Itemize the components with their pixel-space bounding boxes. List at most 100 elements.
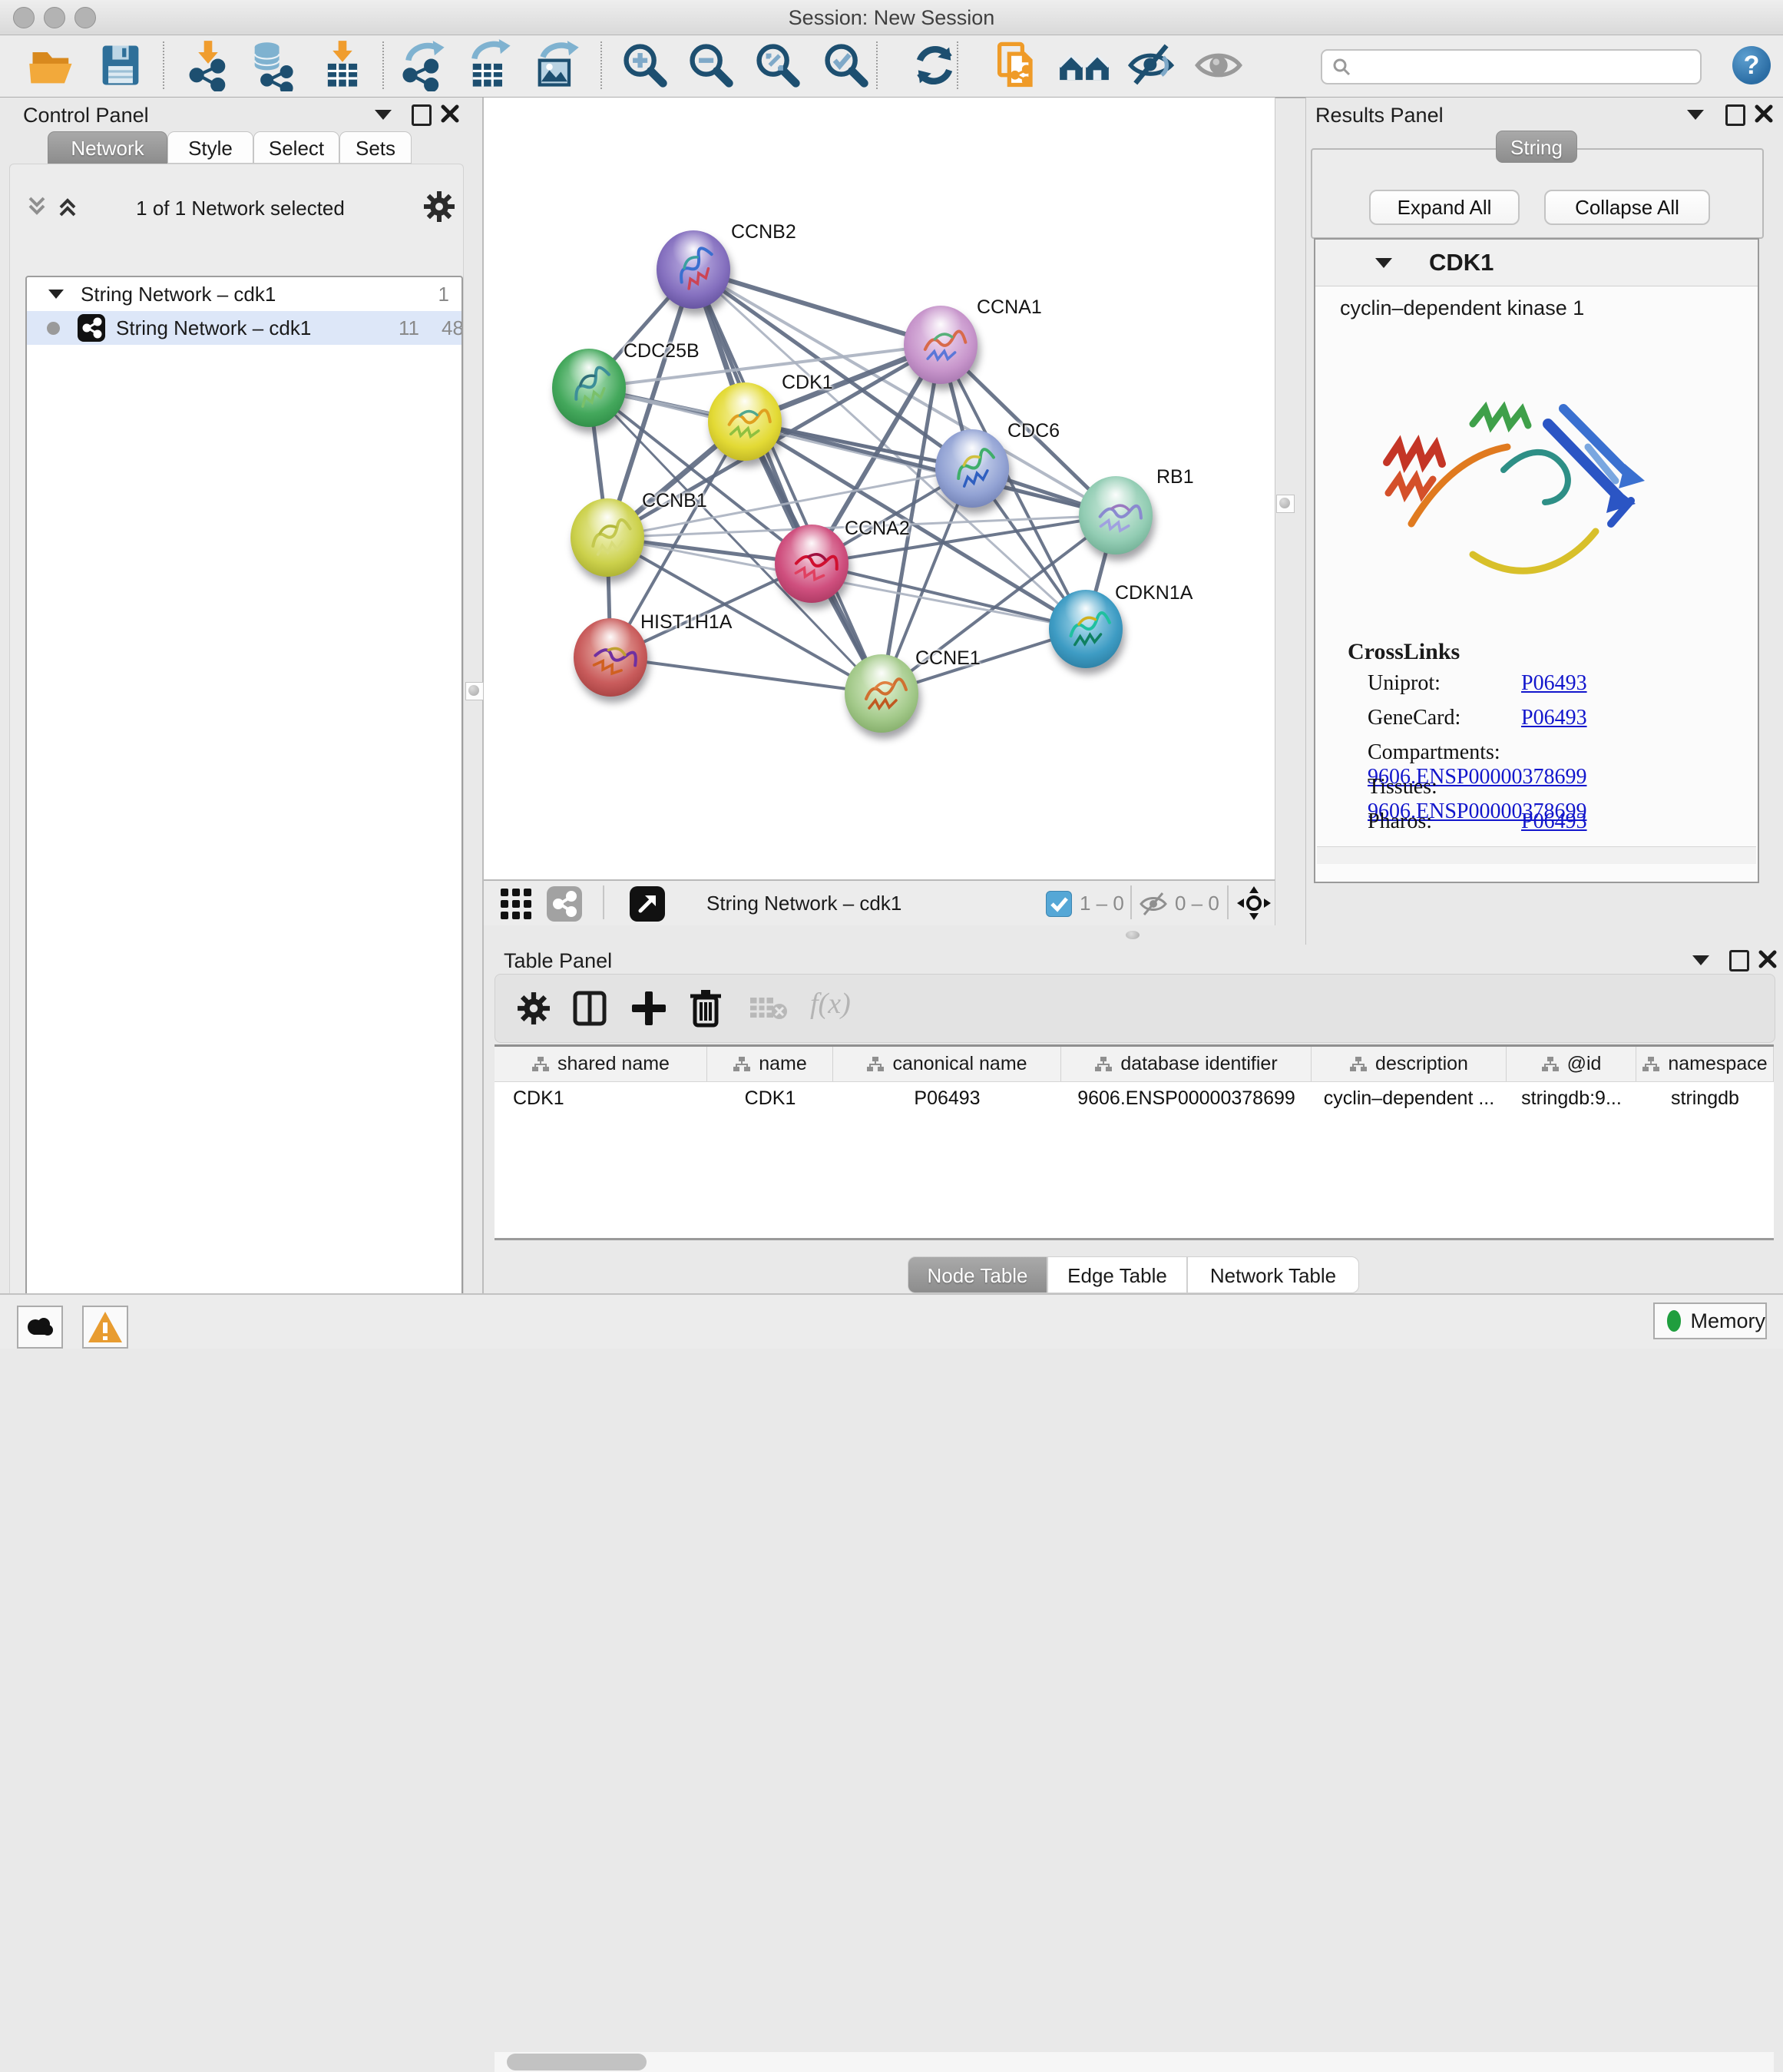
zoom-out-icon[interactable] xyxy=(685,39,737,91)
network-options-gear-icon[interactable] xyxy=(423,190,455,223)
select-columns-icon[interactable] xyxy=(572,990,607,1027)
close-panel-icon[interactable] xyxy=(441,104,459,123)
node-table[interactable]: shared namenamecanonical namedatabase id… xyxy=(495,1044,1774,1240)
protein-ribbon-thumbnail xyxy=(657,230,730,309)
network-node-CCNB1[interactable] xyxy=(571,498,644,577)
panel-menu-icon[interactable] xyxy=(1692,955,1709,965)
table-cell[interactable]: P06493 xyxy=(833,1082,1061,1114)
expand-all-button[interactable]: Expand All xyxy=(1369,190,1520,225)
table-body[interactable]: CDK1CDK1P064939606.ENSP00000378699cyclin… xyxy=(495,1082,1774,1114)
column-header-shared-name[interactable]: shared name xyxy=(495,1047,707,1081)
column-header-name[interactable]: name xyxy=(707,1047,833,1081)
table-cell[interactable]: CDK1 xyxy=(707,1082,833,1114)
tab-edge-table[interactable]: Edge Table xyxy=(1047,1256,1187,1293)
hide-selected-icon[interactable] xyxy=(1126,39,1178,91)
network-node-RB1[interactable] xyxy=(1079,476,1153,554)
collapse-all-button[interactable]: Collapse All xyxy=(1544,190,1710,225)
float-panel-icon[interactable] xyxy=(1725,104,1745,126)
column-header-description[interactable]: description xyxy=(1312,1047,1507,1081)
tab-select[interactable]: Select xyxy=(253,131,339,164)
delete-column-icon[interactable] xyxy=(689,988,723,1028)
help-button[interactable]: ? xyxy=(1732,46,1771,84)
close-panel-icon[interactable] xyxy=(1758,950,1777,968)
cloud-button[interactable] xyxy=(17,1306,63,1349)
export-network-icon[interactable] xyxy=(397,39,449,91)
panel-menu-icon[interactable] xyxy=(375,110,392,120)
network-canvas[interactable]: CCNB2CCNA1CDC25BCDK1CDC6RB1CCNB1CCNA2CDK… xyxy=(484,98,1275,879)
add-column-icon[interactable] xyxy=(630,990,667,1027)
zoom-in-icon[interactable] xyxy=(619,39,671,91)
table-panel: Table Panel xyxy=(484,945,1783,1293)
network-node-CCNB2[interactable] xyxy=(657,230,730,309)
network-node-CCNA1[interactable] xyxy=(904,306,978,384)
zoom-fit-icon[interactable] xyxy=(752,39,804,91)
network-node-CCNE1[interactable] xyxy=(845,654,918,733)
open-session-icon[interactable] xyxy=(26,39,78,91)
network-node-CCNA2[interactable] xyxy=(775,525,848,603)
zoom-selected-icon[interactable] xyxy=(820,39,872,91)
table-row[interactable]: CDK1CDK1P064939606.ENSP00000378699cyclin… xyxy=(495,1082,1774,1114)
search-input[interactable] xyxy=(1321,49,1702,84)
column-header-canonical-name[interactable]: canonical name xyxy=(833,1047,1061,1081)
collapse-all-icon[interactable] xyxy=(24,194,50,220)
section-scrollbar-track[interactable] xyxy=(1317,846,1756,864)
warning-button[interactable] xyxy=(82,1306,128,1349)
tab-node-table[interactable]: Node Table xyxy=(908,1256,1047,1293)
network-node-CDKN1A[interactable] xyxy=(1049,590,1123,668)
table-cell[interactable]: stringdb:9... xyxy=(1507,1082,1636,1114)
grid-view-icon[interactable] xyxy=(499,887,533,921)
expand-all-icon[interactable] xyxy=(55,194,81,220)
table-cell[interactable]: 9606.ENSP00000378699 xyxy=(1061,1082,1312,1114)
string-view-icon[interactable] xyxy=(547,886,582,922)
table-hscrollbar[interactable] xyxy=(495,2052,1774,2072)
column-header-namespace[interactable]: namespace xyxy=(1636,1047,1774,1081)
save-session-icon[interactable] xyxy=(94,39,147,91)
section-expander-icon[interactable] xyxy=(1375,258,1392,268)
import-network-database-icon[interactable] xyxy=(246,39,298,91)
left-splitter-handle[interactable] xyxy=(465,682,484,700)
refresh-icon[interactable] xyxy=(908,39,961,91)
import-table-icon[interactable] xyxy=(316,39,369,91)
show-all-icon[interactable] xyxy=(1193,39,1245,91)
export-image-icon[interactable] xyxy=(530,39,582,91)
selected-checkbox[interactable] xyxy=(1046,891,1072,917)
import-network-file-icon[interactable] xyxy=(182,39,234,91)
gene-section-header[interactable]: CDK1 xyxy=(1315,240,1758,286)
tree-expander-icon[interactable] xyxy=(48,290,64,299)
clone-network-icon[interactable] xyxy=(991,39,1044,91)
close-panel-icon[interactable] xyxy=(1755,104,1773,123)
network-node-CDC6[interactable] xyxy=(935,429,1009,508)
float-panel-icon[interactable] xyxy=(1729,950,1749,971)
memory-button[interactable]: Memory xyxy=(1653,1302,1767,1339)
fit-content-crosshair-icon[interactable] xyxy=(1236,885,1272,921)
table-settings-gear-icon[interactable] xyxy=(517,991,551,1025)
column-header-@id[interactable]: @id xyxy=(1507,1047,1636,1081)
table-header-row[interactable]: shared namenamecanonical namedatabase id… xyxy=(495,1047,1774,1082)
tab-network[interactable]: Network xyxy=(48,131,167,164)
tab-network-table[interactable]: Network Table xyxy=(1187,1256,1359,1293)
crosslink-value[interactable]: P06493 xyxy=(1521,671,1587,695)
export-table-icon[interactable] xyxy=(463,39,515,91)
tab-sets[interactable]: Sets xyxy=(339,131,412,164)
column-header-database-identifier[interactable]: database identifier xyxy=(1061,1047,1312,1081)
network-node-CDC25B[interactable] xyxy=(552,349,626,427)
network-node-HIST1H1A[interactable] xyxy=(574,618,647,697)
table-cell[interactable]: stringdb xyxy=(1636,1082,1774,1114)
right-splitter-handle[interactable] xyxy=(1276,495,1295,513)
table-cell[interactable]: CDK1 xyxy=(495,1082,707,1114)
tab-string[interactable]: String xyxy=(1496,131,1577,163)
network-node-CDK1[interactable] xyxy=(708,382,782,461)
table-cell[interactable]: cyclin–dependent ... xyxy=(1312,1082,1507,1114)
tab-style[interactable]: Style xyxy=(167,131,253,164)
network-collection-row[interactable]: String Network – cdk1 1 xyxy=(27,277,461,311)
panel-menu-icon[interactable] xyxy=(1687,110,1704,120)
crosslink-value[interactable]: P06493 xyxy=(1521,809,1587,833)
open-in-window-icon[interactable] xyxy=(630,886,665,922)
table-hscrollbar-thumb[interactable] xyxy=(507,2054,647,2070)
first-neighbors-icon[interactable] xyxy=(1058,39,1110,91)
network-edge[interactable] xyxy=(610,657,882,693)
bottom-splitter-handle[interactable] xyxy=(1126,931,1140,939)
float-panel-icon[interactable] xyxy=(412,104,432,126)
network-row-selected[interactable]: String Network – cdk1 11 48 xyxy=(27,311,461,345)
crosslink-value[interactable]: P06493 xyxy=(1521,706,1587,730)
